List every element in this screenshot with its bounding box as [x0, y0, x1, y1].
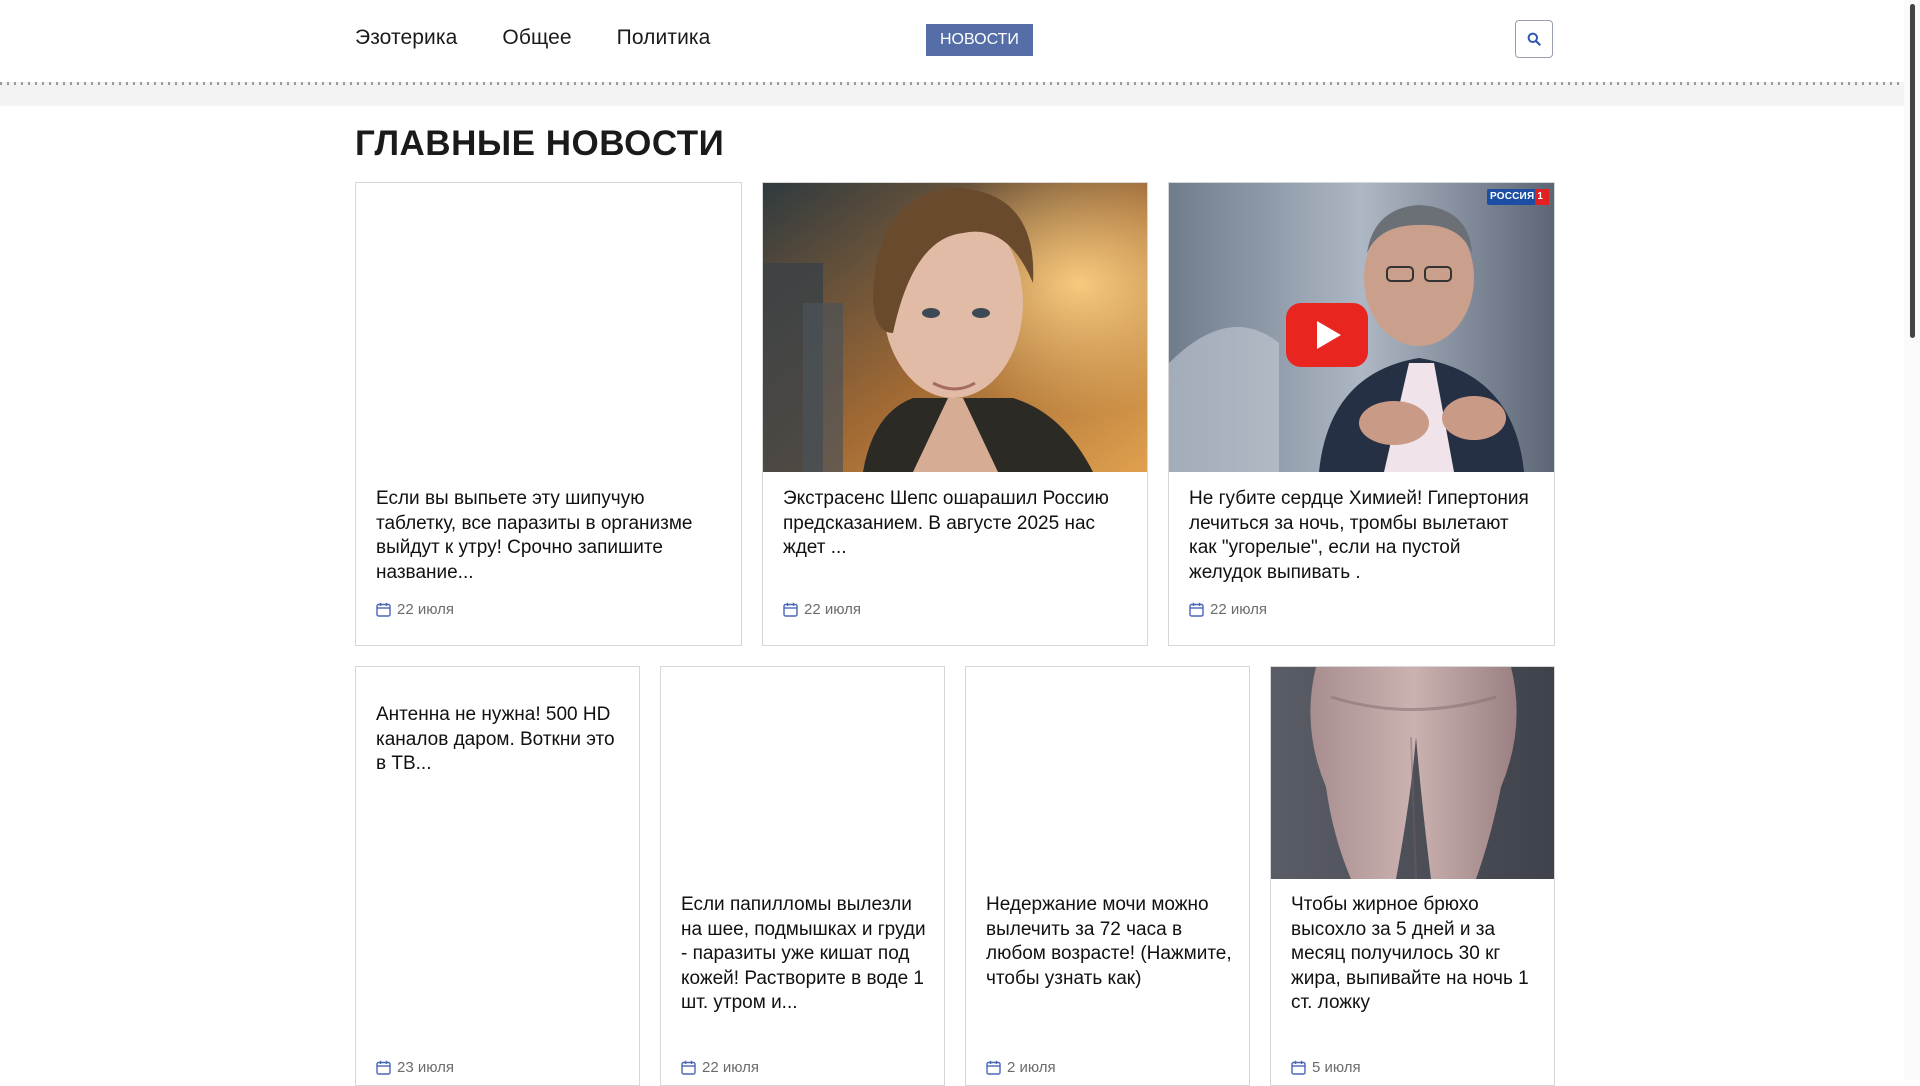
- main-nav: Эзотерика Общее Политика: [355, 26, 755, 50]
- calendar-icon: [783, 602, 798, 617]
- news-card-date: 23 июля: [376, 1059, 454, 1076]
- news-card-video-thumbnail[interactable]: РОССИЯ 1: [1169, 183, 1554, 472]
- nav-link-general[interactable]: Общее: [502, 26, 571, 50]
- channel-logo-label: РОССИЯ 1: [1490, 191, 1544, 202]
- tv-studio-photo: [1169, 183, 1554, 472]
- news-card-date: 22 июля: [783, 601, 861, 618]
- news-card[interactable]: РОССИЯ 1 Не губите сердце Химией! Гиперт…: [1168, 182, 1555, 646]
- search-icon: [1527, 32, 1541, 46]
- news-card-date: 22 июля: [681, 1059, 759, 1076]
- scrollbar-thumb[interactable]: [1910, 4, 1915, 338]
- body-photo: [1271, 667, 1554, 879]
- news-card-title[interactable]: Если вы выпьете эту шипучую таблетку, вс…: [376, 487, 725, 585]
- news-card-date-text: 22 июля: [804, 601, 862, 618]
- news-card-image[interactable]: [763, 183, 1147, 472]
- news-card-title[interactable]: Если папилломы вылезли на шее, подмышках…: [681, 893, 928, 1016]
- news-card[interactable]: Чтобы жирное брюхо высохло за 5 дней и з…: [1270, 666, 1555, 1086]
- news-card-date-text: 22 июля: [1210, 601, 1268, 618]
- news-card-date: 22 июля: [1189, 601, 1267, 618]
- news-card-date-text: 5 июля: [1312, 1059, 1361, 1076]
- search-button[interactable]: [1515, 20, 1553, 58]
- news-card-title[interactable]: Антенна не нужна! 500 HD каналов даром. …: [376, 703, 623, 777]
- news-card-date-text: 22 июля: [702, 1059, 760, 1076]
- calendar-icon: [376, 1060, 391, 1075]
- news-card-date: 2 июля: [986, 1059, 1056, 1076]
- header-divider: [0, 82, 1904, 106]
- news-card-date: 5 июля: [1291, 1059, 1361, 1076]
- calendar-icon: [376, 602, 391, 617]
- portrait-photo: [763, 183, 1147, 472]
- news-card[interactable]: Антенна не нужна! 500 HD каналов даром. …: [355, 666, 640, 1086]
- news-card-date: 22 июля: [376, 601, 454, 618]
- video-play-icon: [1286, 303, 1368, 367]
- news-card-date-text: 23 июля: [397, 1059, 455, 1076]
- news-button[interactable]: НОВОСТИ: [926, 24, 1033, 56]
- news-card-title[interactable]: Недержание мочи можно вылечить за 72 час…: [986, 893, 1233, 991]
- news-card-date-text: 2 июля: [1007, 1059, 1056, 1076]
- nav-link-esoterics[interactable]: Эзотерика: [355, 26, 457, 50]
- nav-link-politics[interactable]: Политика: [617, 26, 711, 50]
- calendar-icon: [681, 1060, 696, 1075]
- page-scrollbar[interactable]: [1904, 0, 1920, 1080]
- section-title: ГЛАВНЫЕ НОВОСТИ: [355, 124, 725, 163]
- calendar-icon: [986, 1060, 1001, 1075]
- news-card[interactable]: Экстрасенс Шепс ошарашил Россию предсказ…: [762, 182, 1148, 646]
- news-card-title[interactable]: Экстрасенс Шепс ошарашил Россию предсказ…: [783, 487, 1131, 561]
- calendar-icon: [1189, 602, 1204, 617]
- news-card-image[interactable]: [1271, 667, 1554, 879]
- site-header: Эзотерика Общее Политика НОВОСТИ: [0, 0, 1904, 82]
- news-card[interactable]: Если папилломы вылезли на шее, подмышках…: [660, 666, 945, 1086]
- calendar-icon: [1291, 1060, 1306, 1075]
- news-card[interactable]: Если вы выпьете эту шипучую таблетку, вс…: [355, 182, 742, 646]
- news-card-title[interactable]: Чтобы жирное брюхо высохло за 5 дней и з…: [1291, 893, 1538, 1016]
- news-card-title[interactable]: Не губите сердце Химией! Гипертония лечи…: [1189, 487, 1538, 585]
- news-card[interactable]: Недержание мочи можно вылечить за 72 час…: [965, 666, 1250, 1086]
- news-card-date-text: 22 июля: [397, 601, 455, 618]
